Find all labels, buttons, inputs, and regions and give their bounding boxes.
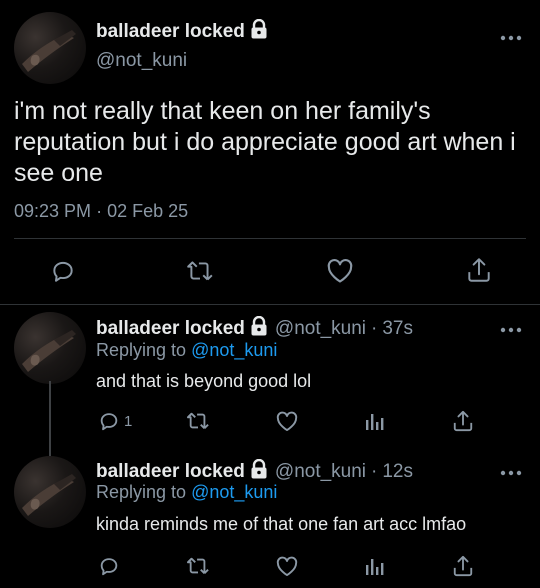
like-button[interactable]: [275, 556, 299, 577]
handle[interactable]: @not_kuni: [275, 461, 366, 483]
tweet-age[interactable]: 37s: [382, 318, 413, 340]
replying-to: Replying to @not_kuni: [96, 482, 277, 503]
retweet-button[interactable]: [186, 410, 210, 432]
retweet-button[interactable]: [186, 555, 210, 577]
retweet-button[interactable]: [186, 258, 214, 284]
tweet-age[interactable]: 12s: [382, 461, 413, 483]
avatar[interactable]: [14, 456, 86, 528]
more-icon[interactable]: [500, 322, 522, 333]
handle-text: @not_kuni: [96, 50, 188, 71]
tweet-timestamp[interactable]: 09:23 PM · 02 Feb 25: [14, 201, 188, 222]
tweet-text: i'm not really that keen on her family's…: [14, 97, 516, 187]
meta-separator: ·: [96, 201, 103, 221]
reply-button[interactable]: [98, 555, 120, 577]
reply-icon: [100, 558, 118, 576]
retweet-icon: [187, 557, 209, 574]
like-button[interactable]: [326, 258, 354, 284]
reply-count: 1: [124, 412, 133, 430]
replying-to-handle[interactable]: @not_kuni: [191, 340, 277, 360]
more-icon[interactable]: [500, 465, 522, 476]
share-button[interactable]: [466, 256, 492, 284]
meta-separator: ·: [371, 461, 378, 482]
display-name[interactable]: balladeer locked: [96, 318, 245, 340]
share-button[interactable]: [452, 554, 474, 578]
tweet-date: 02 Feb 25: [107, 201, 189, 221]
share-icon: [468, 258, 490, 282]
like-icon: [276, 411, 298, 432]
reply-button[interactable]: 1: [98, 410, 132, 432]
lock-icon: [250, 18, 268, 45]
reply-icon: [100, 413, 118, 431]
replying-to-label: Replying to: [96, 482, 187, 502]
analytics-button[interactable]: [364, 410, 386, 432]
reply-button[interactable]: [50, 258, 76, 284]
avatar[interactable]: [14, 12, 86, 84]
tweet-text: and that is beyond good lol: [96, 371, 312, 391]
replying-to: Replying to @not_kuni: [96, 340, 277, 361]
display-name[interactable]: balladeer locked: [96, 21, 245, 43]
like-icon: [276, 556, 298, 577]
analytics-icon: [366, 414, 384, 430]
section-divider: [0, 304, 540, 305]
like-icon: [327, 259, 353, 283]
display-name-row[interactable]: balladeer locked: [96, 18, 268, 45]
tweet-text: kinda reminds me of that one fan art acc…: [96, 514, 467, 534]
share-icon: [453, 555, 473, 577]
analytics-button[interactable]: [364, 555, 386, 577]
replying-to-handle[interactable]: @not_kuni: [191, 482, 277, 502]
avatar[interactable]: [14, 312, 86, 384]
divider: [14, 238, 526, 239]
handle[interactable]: @not_kuni: [96, 50, 187, 72]
like-button[interactable]: [275, 411, 299, 432]
share-icon: [453, 410, 473, 432]
more-icon[interactable]: [500, 30, 522, 41]
meta-separator: ·: [371, 318, 378, 339]
retweet-icon: [187, 261, 213, 281]
handle[interactable]: @not_kuni: [275, 318, 366, 340]
reply-icon: [53, 261, 73, 282]
display-name-row[interactable]: balladeer locked @not_kuni · 37s: [96, 315, 413, 342]
tweet-time: 09:23 PM: [14, 201, 92, 221]
thread-line: [49, 381, 51, 456]
analytics-icon: [366, 559, 384, 575]
lock-icon: [250, 315, 268, 342]
retweet-icon: [187, 412, 209, 429]
display-name[interactable]: balladeer locked: [96, 461, 245, 483]
replying-to-label: Replying to: [96, 340, 187, 360]
share-button[interactable]: [452, 409, 474, 433]
